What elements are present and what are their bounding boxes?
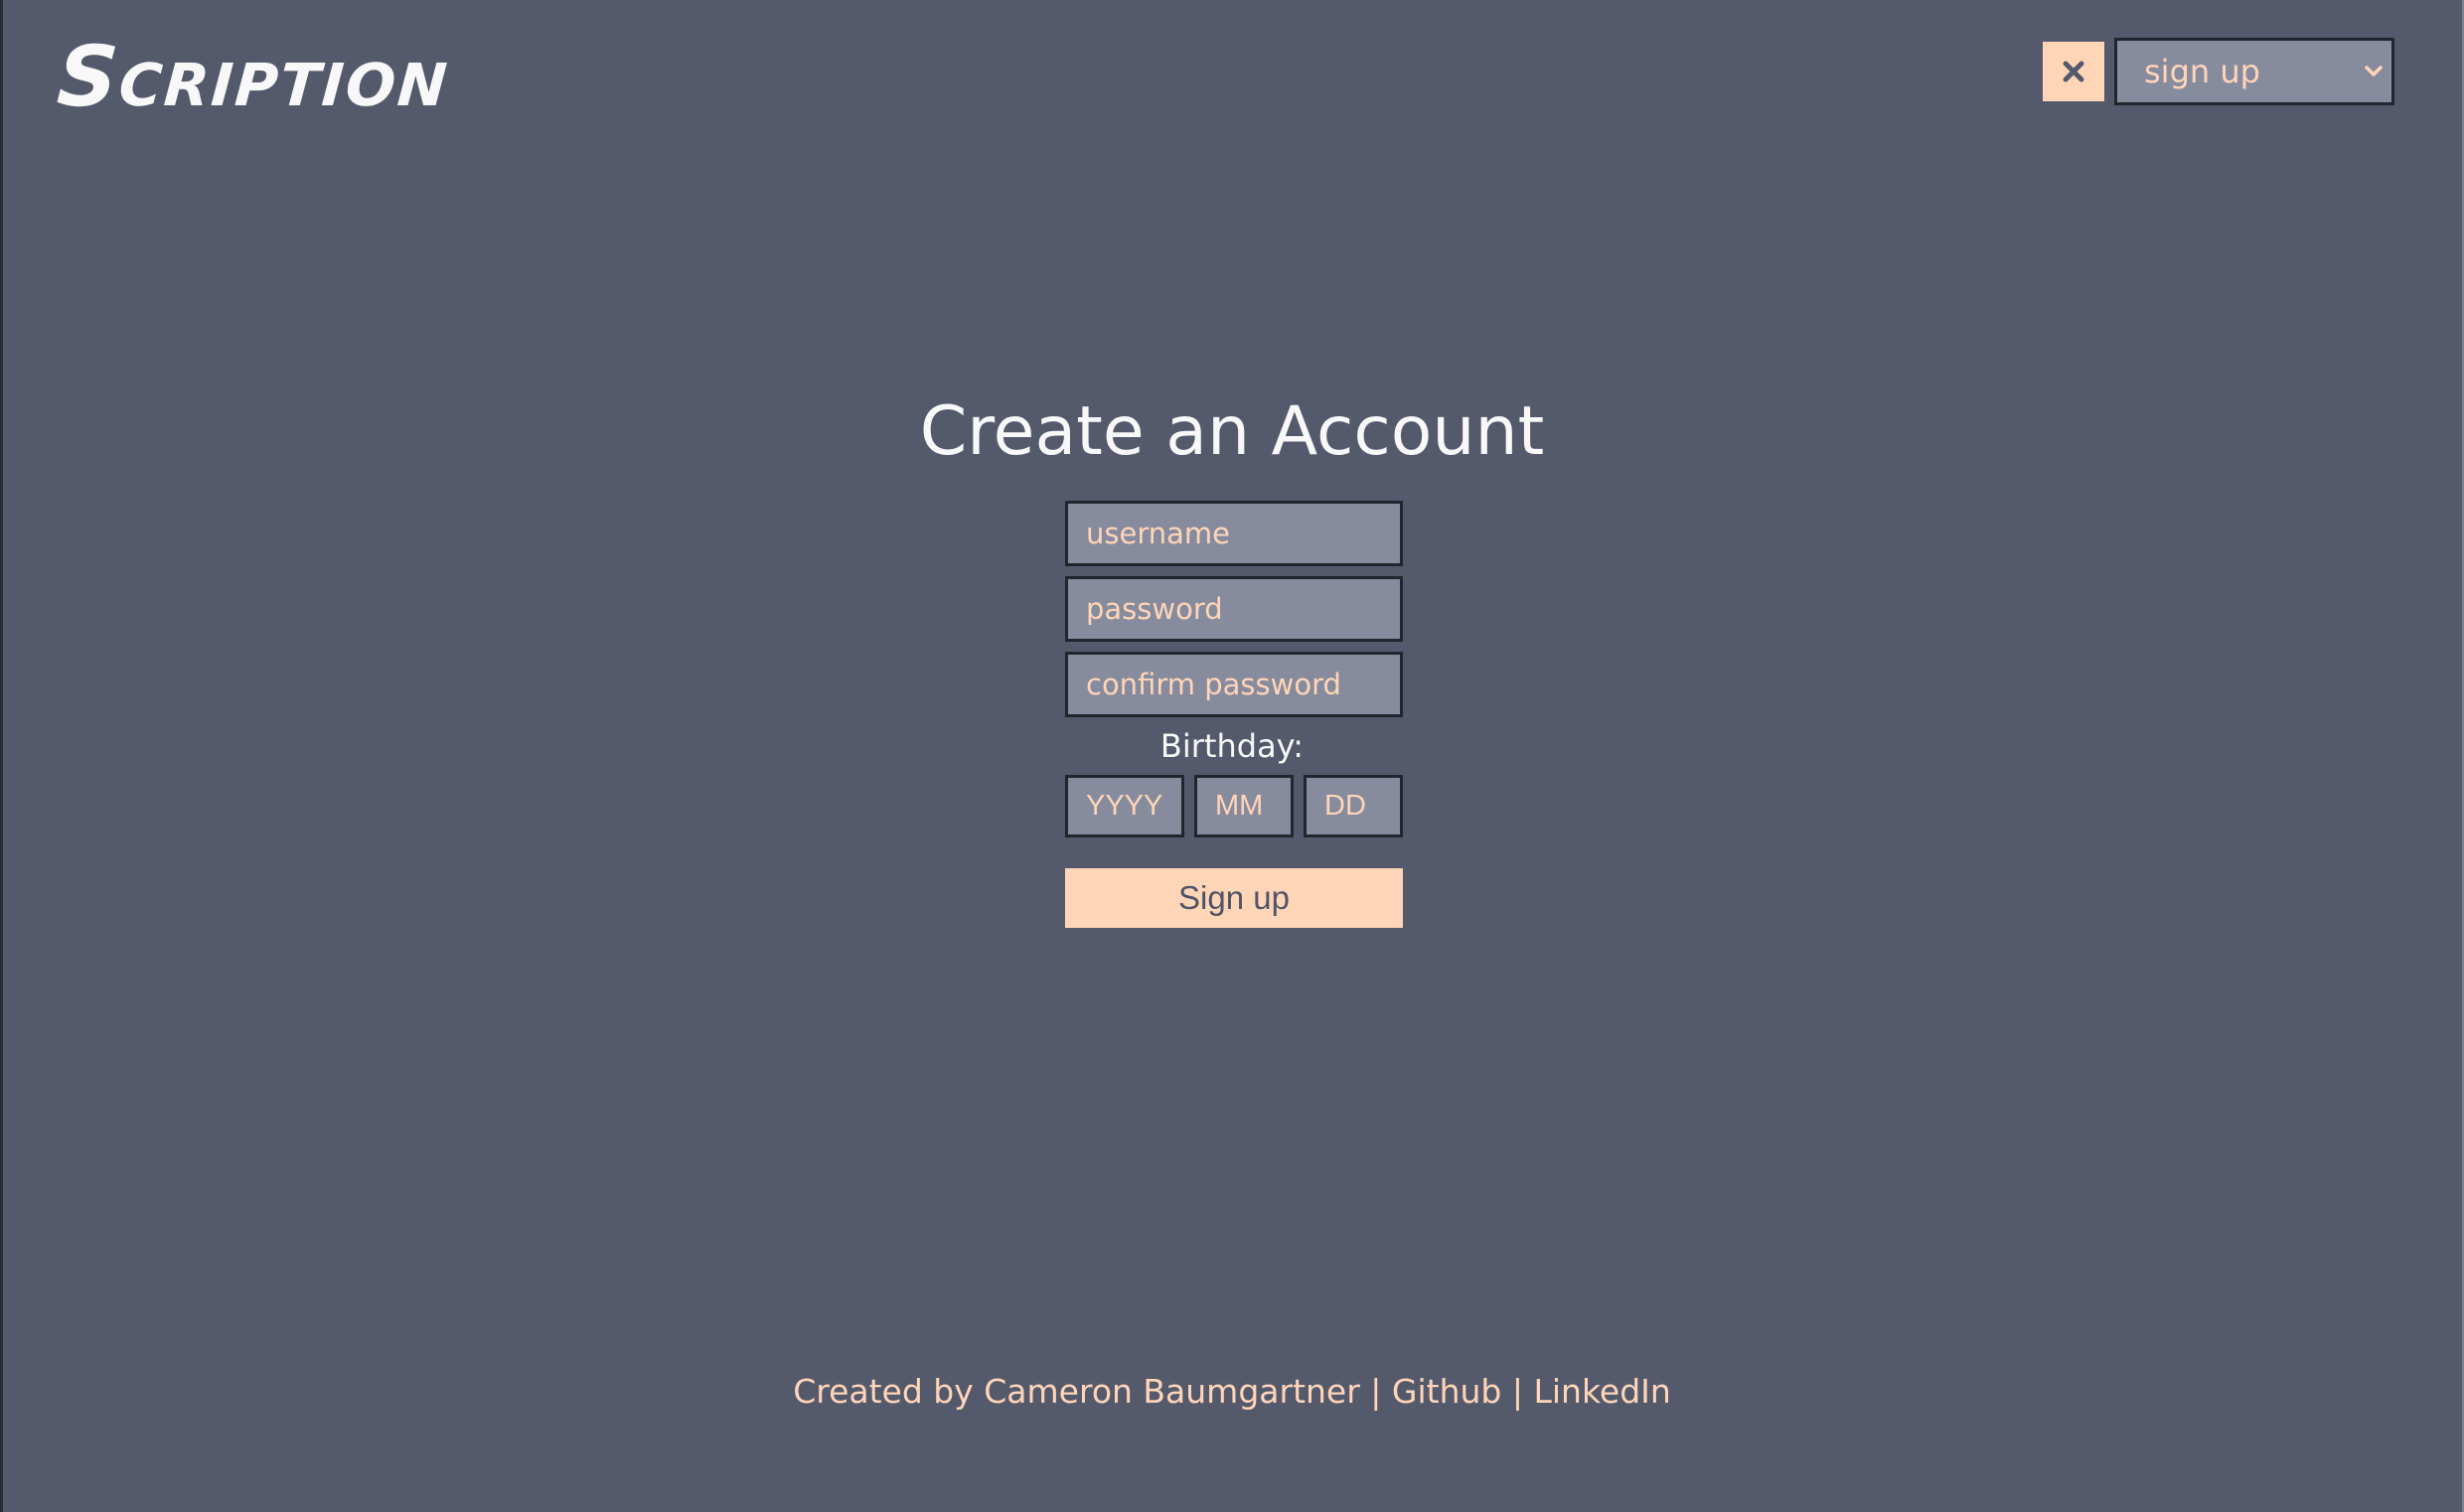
mode-select[interactable]: sign up [2114,38,2394,105]
footer-credit: Created by Cameron Baumgartner [793,1372,1360,1411]
linkedin-link[interactable]: LinkedIn [1533,1372,1670,1411]
birth-day-input[interactable] [1304,775,1403,837]
github-link[interactable]: Github [1392,1372,1501,1411]
birth-month-input[interactable] [1194,775,1294,837]
close-button[interactable] [2043,42,2104,101]
sign-up-button[interactable]: Sign up [1065,868,1403,928]
birth-year-input[interactable] [1065,775,1184,837]
password-input[interactable] [1065,576,1403,642]
confirm-password-input[interactable] [1065,652,1403,717]
close-icon [2063,61,2084,82]
footer: Created by Cameron Baumgartner | Github … [0,1368,2464,1416]
footer-separator: | [1359,1372,1392,1411]
page-title: Create an Account [919,392,1545,471]
chevron-down-icon [2365,66,2383,76]
app-logo[interactable]: Scription [54,22,453,131]
birthday-label: Birthday: [1159,727,1305,765]
mode-select-value: sign up [2144,53,2260,90]
username-input[interactable] [1065,501,1403,566]
footer-separator: | [1501,1372,1534,1411]
